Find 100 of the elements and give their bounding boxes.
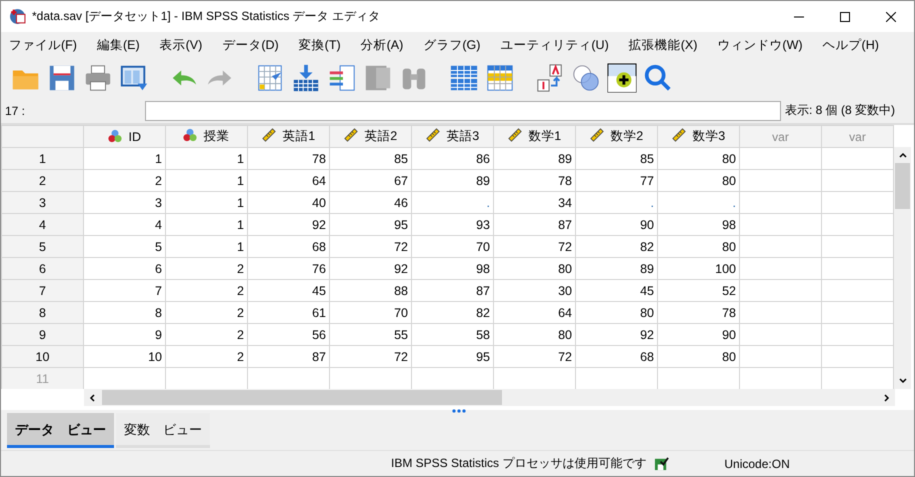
column-header[interactable]: 英語1 [248,126,330,148]
table-cell: 82 [640,240,654,254]
menu-item[interactable]: 分析(A) [356,36,412,54]
row-number[interactable]: 10 [2,346,84,368]
menu-item[interactable]: ユーティリティ(U) [496,36,617,54]
splitter-handle-icon[interactable] [452,409,466,413]
menu-item[interactable]: 編集(E) [92,36,148,54]
table-cell: 2 [237,262,244,276]
table-cell: 3 [155,196,162,210]
visible-variables-count: 表示: 8 個 (8 変数中) [785,102,896,119]
close-icon[interactable] [886,12,896,22]
search-icon[interactable] [643,63,673,93]
nominal-measure-icon [108,129,122,143]
table-cell: 90 [640,218,654,232]
menu-item[interactable]: 表示(V) [156,36,210,54]
cell-value-field[interactable] [145,100,781,120]
ruler-icon [344,128,358,142]
row-number[interactable]: 9 [2,324,84,346]
row-number[interactable]: 1 [2,148,84,170]
table-cell: 72 [394,240,408,254]
table-cell: . [732,196,736,210]
menu-item[interactable]: 変換(T) [294,36,349,54]
split-grid-icon[interactable] [449,63,479,93]
table-cell: 87 [558,218,572,232]
scroll-thumb[interactable] [895,163,910,209]
maximize-icon[interactable] [840,12,850,22]
table-cell: 89 [476,174,490,188]
table-cell: 70 [476,240,490,254]
column-header[interactable]: 授業 [166,126,248,148]
column-header[interactable]: ID [84,126,166,148]
table-cell: 68 [640,350,654,364]
menu-item[interactable]: ウィンドウ(W) [713,36,811,54]
scroll-up-icon[interactable] [898,150,908,160]
table-cell: 7 [155,284,162,298]
view-tab[interactable]: データ ビュー [7,412,114,448]
row-number[interactable]: 5 [2,236,84,258]
table-cell: 78 [558,174,572,188]
table-cell: 67 [394,174,408,188]
column-header[interactable]: 英語2 [330,126,412,148]
plus-badge-icon[interactable] [607,63,637,93]
menu-item[interactable]: ヘルプ(H) [818,36,887,54]
view-tab[interactable]: 変数 ビュー [116,412,210,448]
table-cell: 34 [558,196,572,210]
window-arrow-icon[interactable] [119,63,149,93]
table-cell: 64 [312,174,326,188]
menu-item[interactable]: ファイル(F) [5,36,85,54]
table-cell: 100 [715,262,736,276]
scroll-thumb[interactable] [102,390,502,405]
table-icon[interactable] [485,63,515,93]
column-header[interactable]: 数学3 [658,126,740,148]
table-cell: 90 [722,328,736,342]
variable-list-icon[interactable] [327,63,357,93]
table-cell: 93 [476,218,490,232]
menu-item[interactable]: データ(D) [218,36,287,54]
table-cell: 87 [312,350,326,364]
row-number[interactable]: 6 [2,258,84,280]
ruler-icon [590,128,604,142]
column-header[interactable]: 英語3 [412,126,494,148]
table-cell: . [486,196,490,210]
ruler-icon [262,128,276,142]
ruler-icon [426,128,440,142]
table-cell: 45 [640,284,654,298]
table-cell: 1 [155,152,162,166]
circles-icon[interactable] [571,63,601,93]
table-cell: 82 [476,306,490,320]
table-cell: 80 [722,350,736,364]
table-cell: 80 [558,328,572,342]
table-cell: 9 [155,328,162,342]
encoding-status: Unicode:ON [724,456,790,470]
row-number[interactable]: 8 [2,302,84,324]
table-cell: 72 [394,350,408,364]
row-number[interactable]: 4 [2,214,84,236]
table-cell: 1 [237,152,244,166]
menu-item[interactable]: グラフ(G) [419,36,488,54]
table-cell: 80 [722,152,736,166]
table-cell: 86 [476,152,490,166]
table-cell: 1 [237,240,244,254]
table-cell: 78 [312,152,326,166]
table-cell: 95 [476,350,490,364]
printer-icon[interactable] [83,63,113,93]
table-cell: 1 [237,196,244,210]
column-header[interactable]: 数学1 [494,126,576,148]
table-cell: 58 [476,328,490,342]
menu-item[interactable]: 拡張機能(X) [624,36,706,54]
horizontal-scrollbar[interactable] [84,389,895,406]
status-message: IBM SPSS Statistics プロセッサは使用可能です [391,455,646,472]
row-number[interactable]: 2 [2,170,84,192]
column-header[interactable]: 数学2 [576,126,658,148]
table-cell: 89 [640,262,654,276]
floppy-check-icon [654,456,670,471]
row-number[interactable]: 3 [2,192,84,214]
table-cell: 72 [558,240,572,254]
table-cell: 80 [640,306,654,320]
row-number[interactable]: 7 [2,280,84,302]
table-cell: 52 [722,284,736,298]
table-cell: 98 [476,262,490,276]
download-grid-icon[interactable] [291,63,321,93]
scroll-down-icon[interactable] [898,376,908,386]
vertical-scrollbar[interactable] [894,147,911,389]
table-cell: 2 [237,328,244,342]
